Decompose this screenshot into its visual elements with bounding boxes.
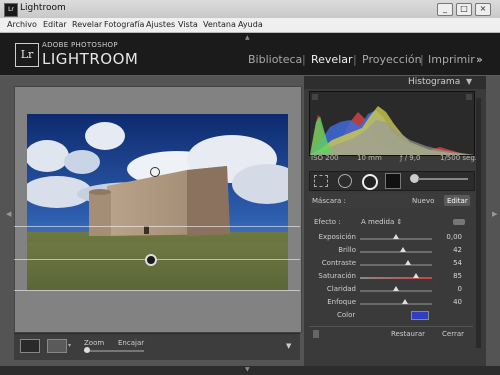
slider-knob[interactable]: [401, 299, 408, 304]
slider-label: Saturación: [318, 272, 356, 280]
minimize-button[interactable]: _: [437, 3, 453, 16]
module-proyeccion[interactable]: Proyección: [362, 53, 422, 66]
mask-new-button[interactable]: Nuevo: [412, 197, 434, 205]
slider-track[interactable]: [360, 264, 432, 266]
menu-ajustes[interactable]: Ajustes: [146, 20, 175, 29]
photo-image: [27, 114, 288, 290]
brand-large-text: LIGHTROOM: [42, 50, 139, 68]
graduated-filter-guide-center[interactable]: [14, 259, 300, 260]
histogram-aperture: ƒ / 9,0: [400, 154, 421, 162]
effect-preset-dropdown[interactable]: A medida ⇕: [361, 218, 402, 226]
close-window-button[interactable]: ×: [475, 3, 491, 16]
color-swatch[interactable]: [411, 311, 429, 320]
mask-label: Máscara :: [312, 197, 346, 205]
slider-knob[interactable]: [413, 273, 420, 278]
window-title: Lightroom: [20, 3, 66, 13]
filmstrip-bar: [0, 366, 500, 375]
panel-switch-icon[interactable]: [313, 330, 319, 338]
histogram-collapse-icon[interactable]: ▼: [466, 77, 472, 86]
active-filter-pin-icon[interactable]: [145, 254, 157, 266]
filter-pin-icon[interactable]: [150, 167, 160, 177]
histogram-iso: ISO 200: [311, 154, 339, 162]
histogram: [309, 91, 475, 156]
brush-size-track[interactable]: [418, 178, 468, 180]
slider-label: Exposición: [318, 233, 356, 241]
zoom-fit-label[interactable]: Encajar: [118, 339, 144, 347]
view-options-dropdown-icon[interactable]: ▾: [68, 342, 71, 349]
more-modules-icon[interactable]: »: [476, 53, 483, 66]
slider-value[interactable]: 85: [440, 272, 462, 280]
menu-ventana[interactable]: Ventana: [203, 20, 236, 29]
slider-value[interactable]: 42: [440, 246, 462, 254]
zoom-slider-knob[interactable]: [84, 347, 90, 353]
left-panel-toggle-icon[interactable]: ◀: [6, 210, 11, 218]
slider-knob[interactable]: [404, 260, 411, 265]
menu-revelar[interactable]: Revelar: [72, 20, 102, 29]
slider-value[interactable]: 0: [440, 285, 462, 293]
slider-value[interactable]: 0,00: [440, 233, 462, 241]
brand-small-text: ADOBE PHOTOSHOP: [42, 41, 118, 49]
histogram-shutter: 1/500 seg.: [440, 154, 478, 162]
loupe-view-button[interactable]: [20, 339, 40, 353]
histogram-graph: [310, 92, 474, 155]
close-panel-button[interactable]: Cerrar: [442, 330, 464, 338]
zoom-label: Zoom: [84, 339, 105, 347]
slider-knob[interactable]: [393, 234, 399, 239]
slider-track[interactable]: [360, 251, 432, 253]
zoom-slider-track[interactable]: [84, 350, 144, 352]
graduated-filter-guide-bottom[interactable]: [14, 290, 300, 291]
module-imprimir[interactable]: Imprimir: [428, 53, 475, 66]
spot-removal-icon[interactable]: [338, 174, 352, 188]
slider-knob[interactable]: [393, 286, 399, 291]
module-separator: |: [353, 53, 357, 66]
panel-scrollbar[interactable]: [476, 98, 481, 348]
effect-toggle[interactable]: [453, 219, 465, 225]
slider-value[interactable]: 54: [440, 259, 462, 267]
menu-fotografia[interactable]: Fotografía: [104, 20, 144, 29]
top-panel-toggle-icon[interactable]: ▲: [245, 34, 250, 41]
slider-label: Brillo: [338, 246, 356, 254]
menu-editar[interactable]: Editar: [43, 20, 67, 29]
filmstrip-toggle-icon[interactable]: ▼: [245, 366, 250, 373]
slider-label: Claridad: [326, 285, 356, 293]
crop-tool-icon[interactable]: [314, 175, 328, 187]
toolbar-menu-icon[interactable]: ▼: [286, 342, 291, 350]
histogram-title: Histograma: [408, 77, 461, 87]
before-after-view-button[interactable]: [47, 339, 67, 353]
histogram-focal: 10 mm: [357, 154, 382, 162]
right-panel-toggle-icon[interactable]: ▶: [492, 210, 497, 218]
menu-vista[interactable]: Vista: [178, 20, 198, 29]
slider-knob[interactable]: [400, 247, 407, 252]
slider-label: Contraste: [321, 259, 356, 267]
reset-button[interactable]: Restaurar: [391, 330, 425, 338]
module-biblioteca[interactable]: Biblioteca: [248, 53, 302, 66]
red-eye-icon[interactable]: [362, 174, 378, 190]
slider-label: Enfoque: [327, 298, 356, 306]
graduated-filter-icon[interactable]: [385, 173, 401, 189]
module-separator: |: [420, 53, 424, 66]
lightroom-logo: Lr: [15, 43, 39, 67]
photo-preview[interactable]: [27, 114, 288, 290]
mask-edit-button[interactable]: Editar: [447, 197, 468, 205]
module-revelar[interactable]: Revelar: [311, 53, 353, 66]
graduated-filter-guide-top[interactable]: [14, 226, 300, 227]
module-separator: |: [302, 53, 306, 66]
slider-value[interactable]: 40: [440, 298, 462, 306]
title-bar: [0, 0, 500, 19]
slider-track[interactable]: [360, 277, 432, 279]
menu-archivo[interactable]: Archivo: [7, 20, 37, 29]
panel-divider: [309, 326, 473, 327]
lightroom-app-icon: Lr: [4, 3, 18, 17]
slider-track[interactable]: [360, 303, 432, 305]
maximize-button[interactable]: □: [456, 3, 472, 16]
menu-ayuda[interactable]: Ayuda: [238, 20, 263, 29]
color-label: Color: [337, 311, 356, 319]
menu-bar: Archivo Editar Revelar Fotografía Ajuste…: [0, 18, 500, 33]
effect-label: Efecto :: [314, 218, 341, 226]
